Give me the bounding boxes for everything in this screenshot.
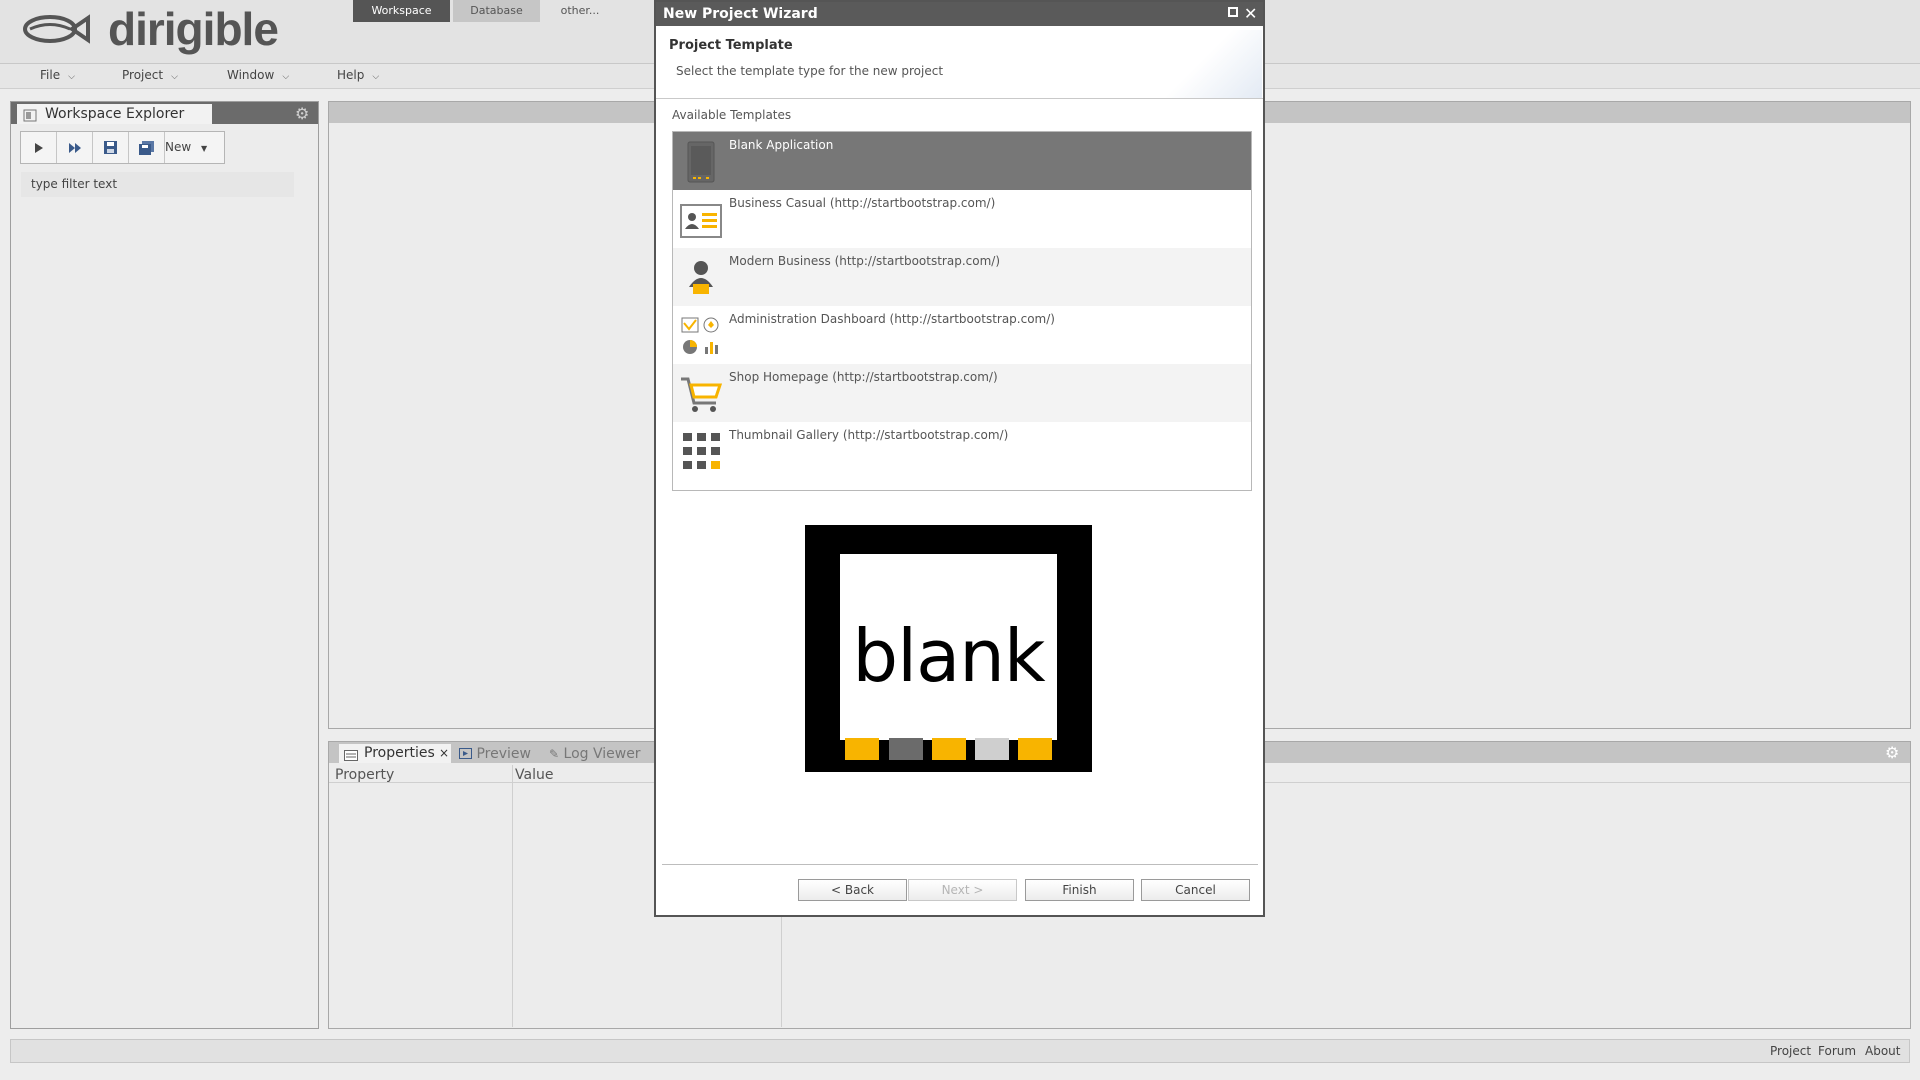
new-project-wizard-dialog: New Project Wizard ✕ Project Template Se… xyxy=(654,0,1265,917)
menu-window-label: Window xyxy=(227,68,275,82)
perspective-tab-workspace[interactable]: Workspace xyxy=(353,0,450,22)
perspective-tab-other[interactable]: other... xyxy=(545,0,615,22)
status-link-about[interactable]: About xyxy=(1865,1044,1900,1058)
perspective-tab-database[interactable]: Database xyxy=(453,0,540,22)
menu-file-label: File xyxy=(40,68,61,82)
status-link-project[interactable]: Project xyxy=(1770,1044,1811,1058)
button-bar-divider xyxy=(662,864,1258,865)
run-button[interactable] xyxy=(21,132,57,163)
tab-preview-label: Preview xyxy=(476,746,531,762)
back-button[interactable]: < Back xyxy=(798,879,907,901)
preview-swatch xyxy=(975,738,1009,760)
template-item-business-casual[interactable]: Business Casual (http://startbootstrap.c… xyxy=(673,190,1251,248)
gear-icon[interactable]: ⚙ xyxy=(295,104,309,123)
preview-swatch xyxy=(1018,738,1052,760)
preview-text: blank xyxy=(852,614,1045,698)
menu-project[interactable]: Project ⌵ xyxy=(122,68,178,82)
workspace-explorer-panel: Workspace Explorer ⚙ New ▼ type filter t… xyxy=(10,101,319,1029)
preview-frame: blank xyxy=(840,554,1057,760)
blimp-logo-icon xyxy=(20,10,92,51)
explorer-toolbar: New ▼ xyxy=(20,131,225,164)
column-header-value: Value xyxy=(515,767,554,783)
dropdown-arrow-icon: ▼ xyxy=(201,144,208,153)
blank-app-icon xyxy=(680,141,722,183)
dashboard-charts-icon xyxy=(680,315,722,357)
tab-properties[interactable]: Properties × xyxy=(339,744,451,763)
tab-workspace-explorer[interactable]: Workspace Explorer xyxy=(17,104,212,124)
gear-icon[interactable]: ⚙ xyxy=(1885,743,1899,762)
wizard-page-description: Select the template type for the new pro… xyxy=(676,64,944,78)
run-all-button[interactable] xyxy=(57,132,93,163)
dialog-titlebar[interactable]: New Project Wizard ✕ xyxy=(656,2,1263,26)
tab-log-viewer[interactable]: ✎ Log Viewer xyxy=(549,746,641,762)
chevron-down-icon: ⌵ xyxy=(282,72,290,82)
status-bar: Project Forum About xyxy=(10,1039,1910,1063)
play-icon xyxy=(34,142,43,153)
template-name: Shop Homepage (http://startbootstrap.com… xyxy=(729,370,998,384)
available-templates-label: Available Templates xyxy=(672,108,792,122)
new-label: New xyxy=(165,140,192,154)
close-icon[interactable]: × xyxy=(439,744,449,763)
properties-icon xyxy=(344,748,358,767)
filter-input[interactable]: type filter text xyxy=(21,172,294,197)
dialog-title: New Project Wizard xyxy=(663,6,818,22)
pencil-icon: ✎ xyxy=(549,747,560,761)
template-item-modern-business[interactable]: Modern Business (http://startbootstrap.c… xyxy=(673,248,1251,306)
cancel-button[interactable]: Cancel xyxy=(1141,879,1250,901)
menu-window[interactable]: Window ⌵ xyxy=(227,68,289,82)
preview-icon xyxy=(459,748,472,759)
fast-forward-icon xyxy=(68,142,81,153)
wizard-page-title: Project Template xyxy=(669,38,793,53)
template-name: Business Casual (http://startbootstrap.c… xyxy=(729,196,996,210)
close-icon[interactable]: ✕ xyxy=(1244,2,1257,26)
save-all-button[interactable] xyxy=(129,132,165,163)
preview-swatch xyxy=(932,738,966,760)
business-card-icon xyxy=(680,199,722,241)
save-icon xyxy=(104,141,117,154)
save-all-icon xyxy=(139,140,154,155)
template-item-thumbnail-gallery[interactable]: Thumbnail Gallery (http://startbootstrap… xyxy=(673,422,1251,480)
person-icon xyxy=(680,257,722,299)
save-button[interactable] xyxy=(93,132,129,163)
column-header-property: Property xyxy=(335,767,395,783)
tab-properties-label: Properties xyxy=(364,745,435,761)
new-dropdown-button[interactable]: New ▼ xyxy=(165,132,207,163)
template-item-administration-dashboard[interactable]: Administration Dashboard (http://startbo… xyxy=(673,306,1251,364)
panel-titlebar: Workspace Explorer ⚙ xyxy=(11,102,318,124)
template-name: Thumbnail Gallery (http://startbootstrap… xyxy=(729,428,1009,442)
tab-preview[interactable]: Preview xyxy=(459,746,531,762)
tab-workspace-explorer-label: Workspace Explorer xyxy=(45,106,185,122)
app-logo-text: dirigible xyxy=(108,3,279,55)
header-decoration xyxy=(1166,30,1262,98)
template-preview-image: blank xyxy=(805,525,1092,772)
explorer-icon xyxy=(23,108,37,128)
finish-button[interactable]: Finish xyxy=(1025,879,1134,901)
chevron-down-icon: ⌵ xyxy=(372,72,380,82)
next-button[interactable]: Next > xyxy=(908,879,1017,901)
menu-help[interactable]: Help ⌵ xyxy=(337,68,379,82)
menu-help-label: Help xyxy=(337,68,365,82)
template-name: Blank Application xyxy=(729,138,834,152)
grid-gallery-icon xyxy=(680,431,722,473)
shopping-cart-icon xyxy=(680,373,723,415)
template-list: Blank Application Business Casual (http:… xyxy=(672,131,1252,491)
template-name: Administration Dashboard (http://startbo… xyxy=(729,312,1055,326)
preview-swatch xyxy=(845,738,879,760)
maximize-icon[interactable] xyxy=(1228,7,1238,17)
status-link-forum[interactable]: Forum xyxy=(1818,1044,1856,1058)
chevron-down-icon: ⌵ xyxy=(68,72,75,82)
menu-file[interactable]: File ⌵ xyxy=(40,68,75,82)
chevron-down-icon: ⌵ xyxy=(171,72,178,82)
column-divider xyxy=(512,765,513,1027)
template-item-shop-homepage[interactable]: Shop Homepage (http://startbootstrap.com… xyxy=(673,364,1251,422)
tab-log-viewer-label: Log Viewer xyxy=(563,746,641,762)
preview-swatch xyxy=(889,738,923,760)
template-name: Modern Business (http://startbootstrap.c… xyxy=(729,254,1000,268)
wizard-header: Project Template Select the template typ… xyxy=(656,26,1263,99)
menu-project-label: Project xyxy=(122,68,164,82)
template-item-blank-application[interactable]: Blank Application xyxy=(673,132,1251,190)
